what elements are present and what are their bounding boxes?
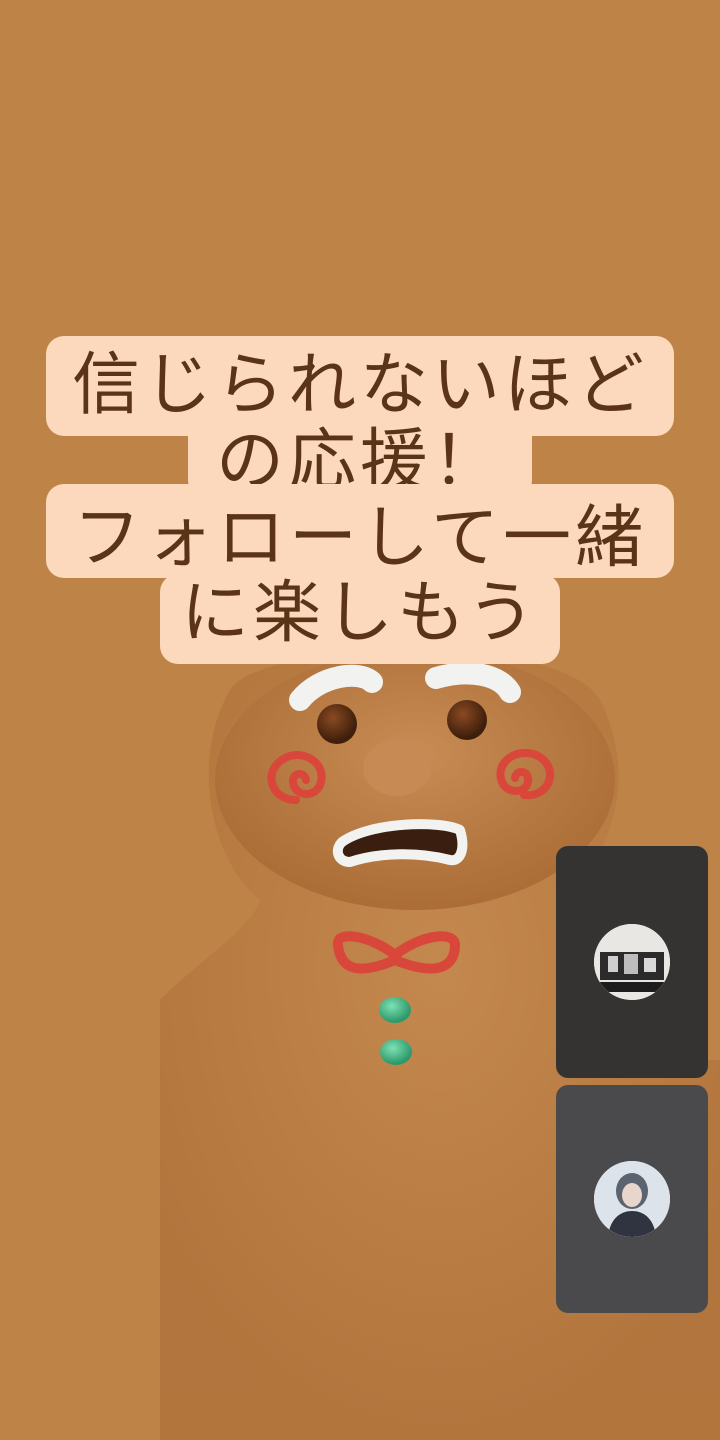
participant-avatar-1 (594, 924, 670, 1000)
cookie-button-top (379, 997, 411, 1023)
participant-tile-2[interactable] (556, 1085, 708, 1313)
avatar-photo-icon (594, 924, 670, 1000)
mouth (332, 819, 468, 867)
avatar-photo-icon (594, 1161, 670, 1237)
participant-tile-1[interactable] (556, 846, 708, 1078)
caption-line-3: フォローして一緒 (46, 484, 674, 578)
right-eye (447, 700, 487, 740)
caption-line-4: に楽しもう (160, 574, 560, 664)
cookie-button-bottom (380, 1039, 412, 1065)
left-eye (317, 704, 357, 744)
participant-avatar-2 (594, 1161, 670, 1237)
video-stage: 信じられないほど の応援！ フォローして一緒 に楽しもう (0, 0, 720, 1440)
nose (363, 740, 431, 796)
